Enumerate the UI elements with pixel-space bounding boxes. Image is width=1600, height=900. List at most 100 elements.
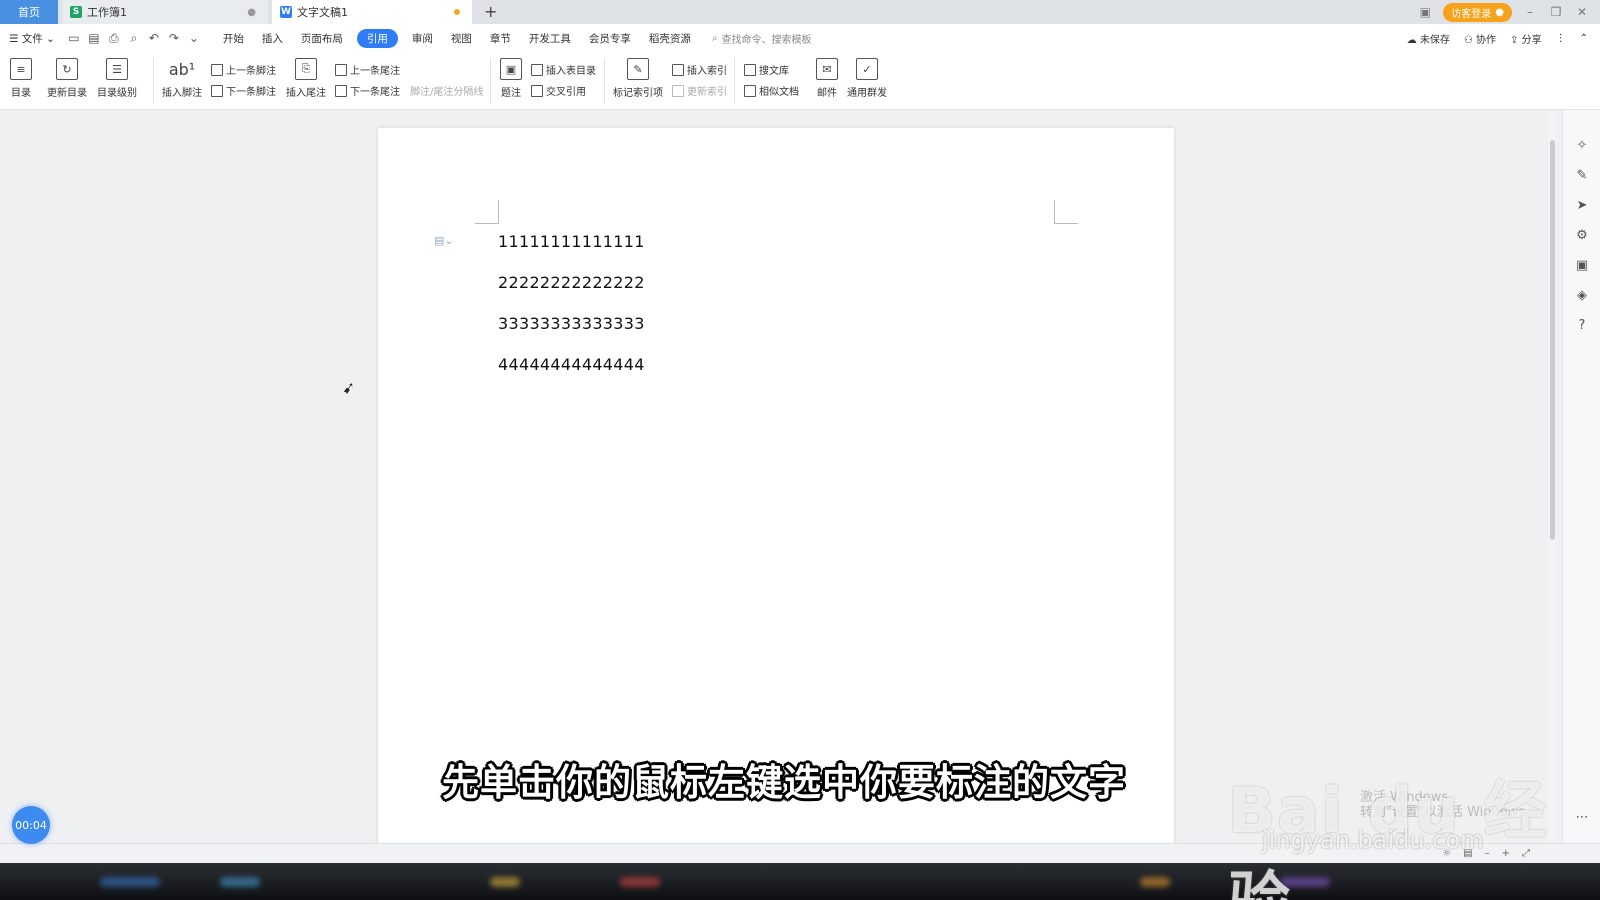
menu-references[interactable]: 引用 [356, 28, 398, 48]
cross-ref-button[interactable]: 交叉引用 [531, 83, 586, 98]
update-toc-button[interactable]: ↻ 更新目录 [47, 58, 87, 99]
update-index-button[interactable]: 更新索引 [672, 83, 727, 98]
collab-button[interactable]: ⚇ 协作 [1464, 31, 1496, 46]
menu-section[interactable]: 章节 [490, 31, 511, 46]
unsaved-label: 未保存 [1419, 34, 1450, 46]
document-line-2[interactable]: 22222222222222 [498, 273, 645, 292]
menu-right: ☁ 未保存 ⚇ 协作 ⇪ 分享 ⋮ ⌃ [1407, 24, 1588, 52]
taskbar-app[interactable] [100, 877, 160, 887]
ribbon-divider [734, 58, 735, 104]
save-icon[interactable]: ▭ [66, 30, 82, 46]
note-separator-button[interactable]: 脚注/尾注分隔线 [410, 83, 483, 98]
right-sidebar: ✧ ✎ ➤ ⚙ ▣ ◈ ? ⋯ [1562, 110, 1600, 843]
recording-timer: 00:04 [12, 806, 50, 844]
insert-endnote-button[interactable]: ⎘ 插入尾注 [286, 58, 326, 99]
video-subtitle: 先单击你的鼠标左键选中你要标注的文字 [442, 761, 1126, 804]
insert-index-button[interactable]: 插入索引 [672, 62, 727, 77]
select-icon[interactable]: ➤ [1574, 198, 1590, 214]
tab-home[interactable]: 首页 [0, 0, 58, 24]
tab-document[interactable]: W 文字文稿1 [272, 0, 472, 24]
table-toc-icon [531, 63, 543, 76]
search-library-button[interactable]: 搜文库 [744, 62, 789, 77]
unsaved-dot-icon [454, 9, 460, 15]
mass-send-button[interactable]: ✓ 通用群发 [847, 58, 887, 99]
caption-label: 题注 [501, 88, 521, 99]
help-icon[interactable]: ? [1574, 318, 1590, 334]
insert-table-toc-button[interactable]: 插入表目录 [531, 62, 596, 77]
restore-icon[interactable]: ❐ [1548, 5, 1564, 19]
login-button[interactable]: 访客登录 ● [1443, 2, 1512, 22]
paragraph-menu-icon[interactable]: ▤⌄ [434, 234, 454, 247]
margin-corner-top-right [1054, 200, 1078, 224]
update-toc-label: 更新目录 [47, 88, 87, 99]
similar-docs-icon [744, 84, 756, 97]
tab-workbook[interactable]: S 工作簿1 ● [62, 0, 268, 24]
redo-icon[interactable]: ↷ [166, 30, 182, 46]
settings-icon[interactable]: ⚙ [1574, 228, 1590, 244]
menu-start[interactable]: 开始 [223, 31, 244, 46]
new-tab-button[interactable]: + [484, 2, 497, 21]
menu-layout[interactable]: 页面布局 [301, 31, 343, 46]
login-label: 访客登录 [1451, 8, 1492, 20]
close-icon[interactable]: ● [247, 7, 256, 18]
menu-bar: ☰ 文件 ⌄ ▭ ▤ ⎙ ⌕ ↶ ↷ ⌄ 开始 插入 页面布局 引用 审阅 视图… [0, 24, 1600, 52]
minimize-icon[interactable]: – [1522, 5, 1538, 19]
prev-footnote-icon [211, 63, 223, 76]
more-icon[interactable]: ⋮ [1556, 33, 1566, 44]
window-controls: ▣ 访客登录 ● – ❐ ✕ [1417, 0, 1590, 24]
menu-review[interactable]: 审阅 [412, 31, 433, 46]
mark-index-button[interactable]: ✎ 标记索引项 [613, 58, 663, 99]
caption-button[interactable]: ▣ 题注 [500, 58, 522, 99]
next-footnote-button[interactable]: 下一条脚注 [211, 83, 276, 98]
print-icon[interactable]: ⎙ [106, 30, 122, 46]
insert-index-icon [672, 63, 684, 76]
document-line-1[interactable]: 11111111111111 [498, 232, 645, 251]
margin-corner-top-left [475, 200, 499, 224]
prev-endnote-button[interactable]: 上一条尾注 [335, 62, 400, 77]
toc-button[interactable]: ≡ 目录 [10, 58, 32, 99]
taskbar-app[interactable] [490, 877, 520, 887]
tab-document-label: 文字文稿1 [297, 6, 348, 19]
next-endnote-button[interactable]: 下一条尾注 [335, 83, 400, 98]
taskbar-app[interactable] [1140, 877, 1170, 887]
print-preview-icon[interactable]: ⌕ [126, 30, 142, 46]
file-menu[interactable]: ☰ 文件 ⌄ [9, 31, 55, 46]
menu-developer[interactable]: 开发工具 [529, 31, 571, 46]
taskbar-app[interactable] [220, 877, 260, 887]
search-icon: ⌕ [711, 32, 718, 44]
customize-icon[interactable]: ⌄ [186, 30, 202, 46]
command-search[interactable]: ⌕ 查找命令、搜索模板 [712, 31, 812, 46]
caption-icon: ▣ [500, 58, 522, 80]
similar-docs-label: 相似文档 [759, 87, 799, 98]
menu-member[interactable]: 会员专享 [589, 31, 631, 46]
menu-insert[interactable]: 插入 [262, 31, 283, 46]
menu-docer[interactable]: 稻壳资源 [649, 31, 691, 46]
toc-level-button[interactable]: ☰ 目录级别 [97, 58, 137, 99]
baidu-watermark-url: jingyan.baidu.com [1262, 826, 1484, 854]
similar-docs-button[interactable]: 相似文档 [744, 83, 799, 98]
menu-view[interactable]: 视图 [451, 31, 472, 46]
spreadsheet-icon: S [70, 6, 82, 18]
document-page[interactable]: ▤⌄ 11111111111111 22222222222222 3333333… [378, 128, 1174, 843]
location-icon[interactable]: ◈ [1574, 288, 1590, 304]
scrollbar-thumb[interactable] [1550, 140, 1555, 540]
tab-count-icon[interactable]: ▣ [1417, 5, 1433, 19]
document-line-3[interactable]: 33333333333333 [498, 314, 645, 333]
ribbon-references: ≡ 目录 ↻ 更新目录 ☰ 目录级别 ab¹ 插入脚注 上一条脚注 下一条脚注 ⎘ 插入尾… [0, 52, 1600, 110]
export-icon[interactable]: ▤ [86, 30, 102, 46]
document-line-4[interactable]: 44444444444444 [498, 355, 645, 374]
close-window-icon[interactable]: ✕ [1574, 5, 1590, 19]
mail-button[interactable]: ✉ 邮件 [816, 58, 838, 99]
taskbar-app[interactable] [620, 877, 660, 887]
prev-footnote-button[interactable]: 上一条脚注 [211, 62, 276, 77]
edit-icon[interactable]: ✎ [1574, 168, 1590, 184]
unsaved-button[interactable]: ☁ 未保存 [1407, 31, 1450, 46]
mail-icon: ✉ [816, 58, 838, 80]
image-icon[interactable]: ▣ [1574, 258, 1590, 274]
undo-icon[interactable]: ↶ [146, 30, 162, 46]
style-icon[interactable]: ✧ [1574, 138, 1590, 154]
insert-footnote-button[interactable]: ab¹ 插入脚注 [162, 58, 202, 100]
share-button[interactable]: ⇪ 分享 [1510, 31, 1542, 46]
search-library-label: 搜文库 [759, 66, 789, 77]
collapse-ribbon-icon[interactable]: ⌃ [1580, 33, 1588, 44]
